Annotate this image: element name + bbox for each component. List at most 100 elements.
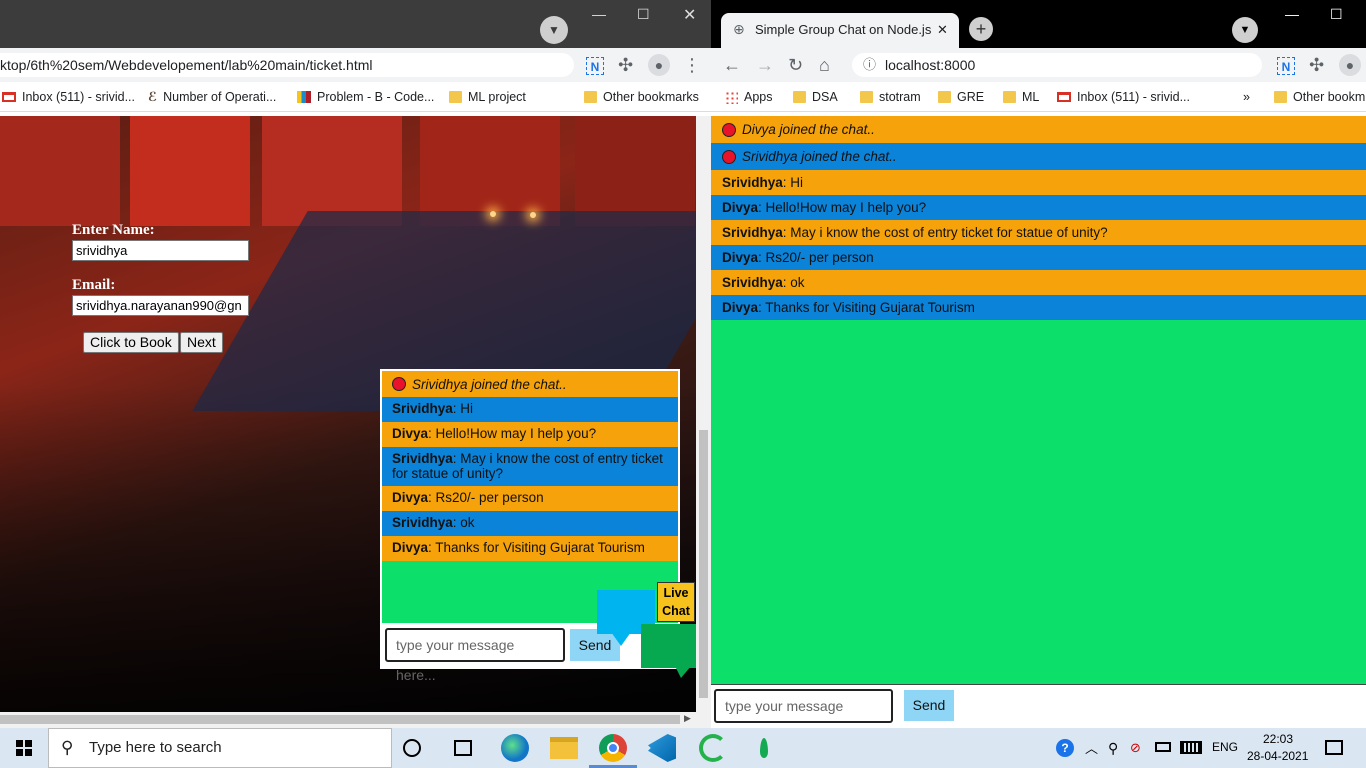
- background-scene: [130, 116, 250, 226]
- name-field[interactable]: srividhya: [72, 240, 249, 261]
- task-view-icon[interactable]: [454, 740, 472, 756]
- click-to-book-button[interactable]: Click to Book: [83, 332, 179, 353]
- bookmark-label: ML: [1022, 90, 1040, 104]
- live-chat-label: Live Chat: [657, 582, 695, 622]
- bookmark-ml[interactable]: ML: [1003, 82, 1039, 112]
- message-text: : May i know the cost of entry ticket fo…: [782, 225, 1108, 240]
- bookmark-apps[interactable]: Apps: [725, 82, 773, 112]
- scrollbar-thumb[interactable]: [0, 715, 680, 724]
- chrome-center: [607, 742, 619, 754]
- search-placeholder: Type here to search: [89, 739, 222, 756]
- scroll-right-arrow-icon[interactable]: ▶: [684, 713, 691, 724]
- live-chat-icon[interactable]: Live Chat: [597, 582, 697, 682]
- menu-kebab-icon[interactable]: ⋮: [683, 56, 701, 74]
- search-icon: ⚲: [61, 738, 74, 757]
- bookmark-stotram[interactable]: stotram: [860, 82, 921, 112]
- message-text: : ok: [782, 275, 805, 290]
- notifications-icon[interactable]: [1325, 740, 1343, 755]
- message-text: : Hi: [782, 175, 804, 190]
- bookmark-gre[interactable]: GRE: [938, 82, 984, 112]
- bookmarks-overflow-icon[interactable]: »: [1243, 82, 1250, 112]
- chat-message: Srividhya: ok: [382, 511, 678, 536]
- chat-message: Srividhya: ok: [711, 270, 1366, 295]
- battery-icon[interactable]: [1155, 742, 1171, 752]
- home-icon[interactable]: ⌂: [819, 56, 830, 74]
- extension-n-icon[interactable]: N: [586, 57, 604, 75]
- profile-avatar-icon[interactable]: ●: [648, 54, 670, 76]
- chat-message: Divya: Rs20/- per person: [711, 245, 1366, 270]
- sender-name: Divya: [392, 490, 429, 505]
- bookmark-dsa[interactable]: DSA: [793, 82, 838, 112]
- sender-name: Srividhya: [722, 275, 783, 290]
- vscode-icon[interactable]: [648, 734, 676, 762]
- status-dot-icon: [722, 149, 736, 164]
- horizontal-scrollbar[interactable]: ▶: [0, 712, 711, 728]
- forward-arrow-icon[interactable]: →: [756, 56, 774, 74]
- chat-area: Divya joined the chat.. Srividhya joined…: [711, 116, 1366, 684]
- next-button[interactable]: Next: [180, 332, 223, 353]
- windows-start-icon[interactable]: [16, 740, 32, 756]
- name-label: Enter Name:: [72, 222, 155, 238]
- bookmark-other[interactable]: Other bookmarks: [584, 82, 699, 112]
- email-label: Email:: [72, 277, 116, 293]
- bookmark-inbox[interactable]: Inbox (511) - srivid...: [1057, 82, 1190, 112]
- maximize-icon[interactable]: ☐: [1330, 6, 1343, 23]
- extensions-puzzle-icon[interactable]: ✣: [1309, 56, 1324, 74]
- address-bar[interactable]: ktop/6th%20sem/Webdevelopement/lab%20mai…: [0, 53, 574, 77]
- apps-grid-icon: [725, 90, 738, 104]
- vertical-scrollbar[interactable]: [696, 116, 711, 712]
- minimize-icon[interactable]: —: [1285, 6, 1299, 22]
- show-hidden-icons-icon[interactable]: ︿: [1085, 738, 1098, 757]
- join-text: Srividhya joined the chat..: [412, 376, 567, 392]
- clock-time[interactable]: 22:03: [1263, 732, 1293, 746]
- minimize-icon[interactable]: —: [592, 6, 606, 22]
- chat-send-button[interactable]: Send: [904, 690, 954, 721]
- bookmark-label: Other bookmarks: [603, 90, 699, 104]
- maximize-icon[interactable]: ☐: [637, 6, 650, 23]
- file-explorer-icon[interactable]: [550, 737, 578, 759]
- extension-n-icon[interactable]: N: [1277, 57, 1295, 75]
- taskbar-search-box[interactable]: ⚲ Type here to search: [48, 728, 392, 768]
- message-text: : Rs20/- per person: [758, 250, 874, 265]
- bookmark-operations[interactable]: ℰ Number of Operati...: [148, 82, 276, 112]
- edge-icon[interactable]: [501, 734, 529, 762]
- back-arrow-icon[interactable]: ←: [723, 56, 741, 74]
- language-indicator[interactable]: ENG: [1212, 740, 1238, 754]
- tab-search-icon[interactable]: ▼: [1232, 17, 1258, 43]
- tab-search-icon[interactable]: ▼: [540, 16, 568, 44]
- email-field[interactable]: srividhya.narayanan990@gn: [72, 295, 249, 316]
- message-text: : Hi: [452, 401, 474, 416]
- onedrive-icon[interactable]: ⚲: [1108, 740, 1118, 757]
- chat-join-message: Srividhya joined the chat..: [382, 371, 678, 397]
- sender-name: Divya: [722, 200, 759, 215]
- keyboard-icon[interactable]: [1180, 741, 1202, 754]
- profile-avatar-icon[interactable]: ●: [1339, 54, 1361, 76]
- chat-message-input[interactable]: type your message here...: [714, 689, 893, 723]
- chrome-icon[interactable]: [599, 734, 627, 762]
- reload-icon[interactable]: ↻: [788, 56, 803, 74]
- tab-simple-group-chat[interactable]: ⊕ Simple Group Chat on Node.js ✕: [721, 13, 959, 48]
- extensions-puzzle-icon[interactable]: ✣: [618, 56, 633, 74]
- clock-date[interactable]: 28-04-2021: [1247, 749, 1308, 763]
- sender-name: Srividhya: [392, 515, 453, 530]
- mongodb-icon[interactable]: [750, 734, 778, 762]
- bookmark-label: Other bookm: [1293, 90, 1366, 104]
- new-tab-icon[interactable]: +: [969, 17, 993, 41]
- help-icon[interactable]: ?: [1056, 739, 1074, 757]
- bookmark-ml-project[interactable]: ML project: [449, 82, 526, 112]
- bookmark-other[interactable]: Other bookm: [1274, 82, 1365, 112]
- address-bar[interactable]: ⓘ localhost:8000: [852, 53, 1262, 77]
- bookmark-problem[interactable]: Problem - B - Code...: [297, 82, 434, 112]
- close-icon[interactable]: ✕: [683, 5, 696, 25]
- right-browser-window: ⊕ Simple Group Chat on Node.js ✕ + ▼ — ☐…: [711, 0, 1366, 728]
- bookmark-inbox[interactable]: Inbox (511) - srivid...: [2, 82, 135, 112]
- cortana-icon[interactable]: [403, 739, 421, 757]
- chat-message-input[interactable]: type your message here...: [385, 628, 565, 683]
- tab-close-icon[interactable]: ✕: [937, 13, 948, 46]
- scrollbar-thumb[interactable]: [699, 430, 708, 698]
- chat-bubble-tail: [675, 666, 691, 678]
- refresh-app-icon[interactable]: [699, 734, 727, 762]
- status-dot-icon: [722, 122, 736, 137]
- sender-name: Srividhya: [392, 451, 453, 466]
- antivirus-icon[interactable]: ⊘: [1130, 740, 1141, 756]
